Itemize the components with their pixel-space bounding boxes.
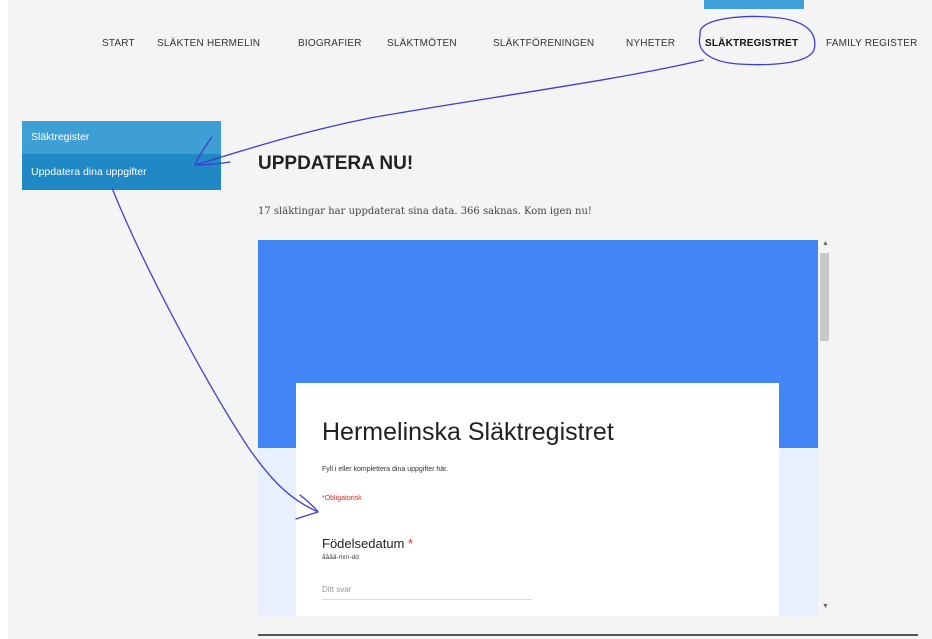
nav-item-nyheter[interactable]: NYHETER bbox=[626, 38, 675, 49]
scroll-up-arrow-icon[interactable]: ▲ bbox=[822, 240, 829, 247]
scrollbar-thumb[interactable] bbox=[820, 253, 829, 341]
page-title: UPPDATERA NU! bbox=[258, 153, 414, 174]
form-title: Hermelinska Släktregistret bbox=[322, 418, 614, 446]
embedded-form-frame: Hermelinska Släktregistret Fyll i eller … bbox=[258, 240, 818, 616]
form-description: Fyll i eller komplettera dina uppgifter … bbox=[322, 466, 449, 473]
sidebar-item-uppdatera[interactable]: Uppdatera dina uppgifter bbox=[22, 154, 221, 190]
form-card: Hermelinska Släktregistret Fyll i eller … bbox=[296, 375, 779, 616]
sidebar-menu: Släktregister Uppdatera dina uppgifter bbox=[22, 121, 221, 190]
required-note: *Obligatorisk bbox=[322, 495, 362, 502]
nav-item-slaktforeningen[interactable]: SLÄKTFÖRENINGEN bbox=[493, 38, 594, 49]
nav-item-start[interactable]: START bbox=[102, 38, 135, 49]
frame-scrollbar[interactable]: ▲ ▼ bbox=[820, 240, 830, 616]
question-label: Födelsedatum * bbox=[322, 536, 413, 551]
nav-item-slaktmoten[interactable]: SLÄKTMÖTEN bbox=[387, 38, 457, 49]
birthdate-input[interactable] bbox=[322, 579, 532, 600]
scroll-down-arrow-icon[interactable]: ▼ bbox=[822, 603, 829, 610]
nav-item-slakten-hermelin[interactable]: SLÄKTEN HERMELIN bbox=[157, 38, 260, 49]
date-format-hint: åååå-mm-dd bbox=[322, 554, 359, 561]
top-accent-bar bbox=[704, 0, 804, 9]
required-star: * bbox=[408, 536, 414, 551]
question-label-text: Födelsedatum bbox=[322, 536, 405, 551]
content-divider bbox=[258, 634, 918, 636]
nav-item-family-register[interactable]: FAMILY REGISTER bbox=[826, 38, 918, 49]
main-navigation: START SLÄKTEN HERMELIN BIOGRAFIER SLÄKTM… bbox=[0, 38, 932, 54]
nav-item-biografier[interactable]: BIOGRAFIER bbox=[298, 38, 362, 49]
nav-item-slaktregistret[interactable]: SLÄKTREGISTRET bbox=[705, 38, 798, 49]
status-text: 17 släktingar har uppdaterat sina data. … bbox=[258, 206, 592, 217]
sidebar-item-slaktregister[interactable]: Släktregister bbox=[22, 121, 221, 154]
